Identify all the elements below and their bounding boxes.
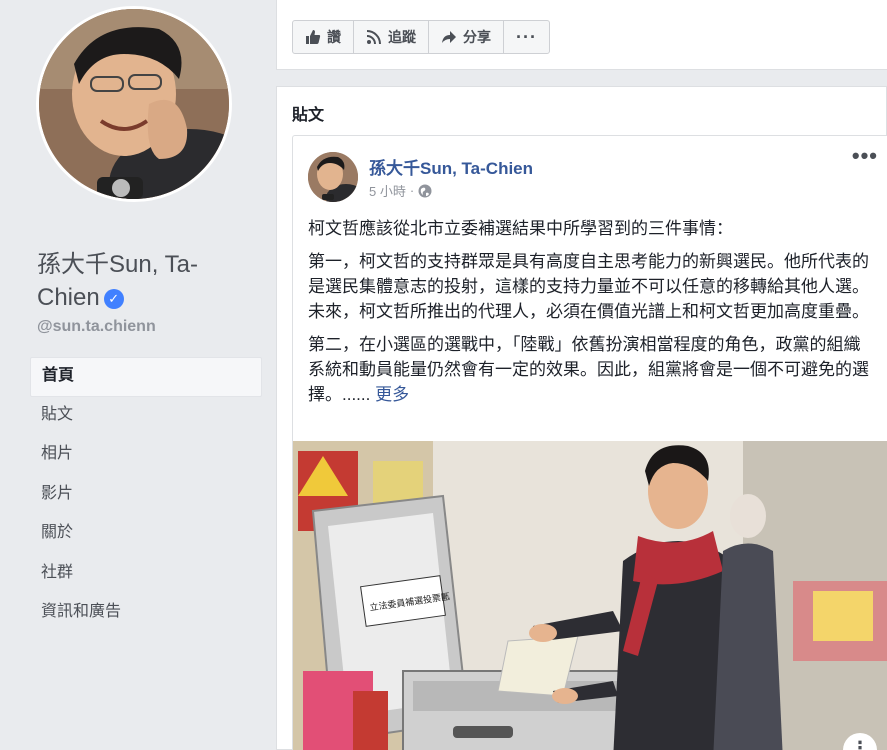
post-options-icon[interactable]: ••• (852, 145, 878, 167)
more-dots-icon: ··· (516, 26, 537, 47)
see-more-link[interactable]: 更多 (375, 385, 409, 404)
follow-button[interactable]: 追蹤 (354, 21, 429, 53)
post-paragraph: 第二，在小選區的選戰中，「陸戰」依舊扮演相當程度的角色，政黨的組織系統和動員能量… (308, 332, 873, 407)
profile-handle[interactable]: @sun.ta.chienn (37, 318, 156, 336)
post-timestamp[interactable]: 5 小時 (369, 181, 406, 200)
like-button-label: 讚 (327, 29, 341, 45)
meta-separator: · (409, 183, 415, 198)
nav-item-community[interactable]: 社群 (30, 555, 262, 595)
share-button[interactable]: 分享 (429, 21, 504, 53)
more-options-button[interactable]: ··· (504, 21, 549, 53)
voting-scene-image: 立法委員補選投票匭 (293, 441, 887, 750)
share-button-label: 分享 (463, 29, 491, 45)
posts-section-title: 貼文 (292, 107, 325, 124)
follow-button-label: 追蹤 (388, 29, 416, 45)
nav-item-photos[interactable]: 相片 (30, 436, 262, 476)
thumbs-up-icon (306, 30, 321, 44)
post-photo[interactable]: 立法委員補選投票匭 ⋮ (293, 441, 887, 750)
post-meta: 5 小時 · (369, 181, 432, 200)
profile-picture[interactable] (36, 6, 232, 202)
post-body: 柯文哲應該從北市立委補選結果中所學習到的三件事情： 第一，柯文哲的支持群眾是具有… (308, 216, 873, 415)
verified-badge-icon: ✓ (103, 289, 124, 309)
posts-section: 貼文 孫大千Sun, Ta-Chien 5 小時 · ••• 柯文哲應該從北市立… (276, 86, 887, 750)
nav-item-videos[interactable]: 影片 (30, 476, 262, 516)
profile-photo-image (39, 9, 229, 199)
page-title: 孫大千Sun, Ta-Chien ✓ (37, 248, 237, 314)
post-paragraph: 柯文哲應該從北市立委補選結果中所學習到的三件事情： (308, 219, 733, 238)
post-paragraph: 第一，柯文哲的支持群眾是具有高度自主思考能力的新興選民。他所代表的是選民集體意志… (308, 252, 869, 321)
left-sidebar: 孫大千Sun, Ta-Chien ✓ @sun.ta.chienn 首頁 貼文 相… (0, 0, 276, 750)
nav-item-info-ads[interactable]: 資訊和廣告 (30, 594, 262, 634)
post-card: 孫大千Sun, Ta-Chien 5 小時 · ••• 柯文哲應該從北市立委補選… (292, 135, 887, 750)
share-arrow-icon (442, 31, 456, 43)
nav-item-home[interactable]: 首頁 (30, 357, 262, 397)
avatar-image (308, 152, 358, 202)
nav-item-posts[interactable]: 貼文 (30, 397, 262, 437)
action-button-group: 讚 追蹤 分享 ··· (292, 20, 550, 54)
page-nav: 首頁 貼文 相片 影片 關於 社群 資訊和廣告 (30, 357, 262, 634)
nav-item-about[interactable]: 關於 (30, 515, 262, 555)
like-button[interactable]: 讚 (293, 21, 354, 53)
post-author-avatar[interactable] (308, 152, 358, 202)
post-author-name[interactable]: 孫大千Sun, Ta-Chien (369, 154, 533, 179)
globe-icon[interactable] (418, 184, 432, 198)
page-actions-bar: 讚 追蹤 分享 ··· (276, 0, 887, 70)
rss-follow-icon (366, 30, 381, 45)
